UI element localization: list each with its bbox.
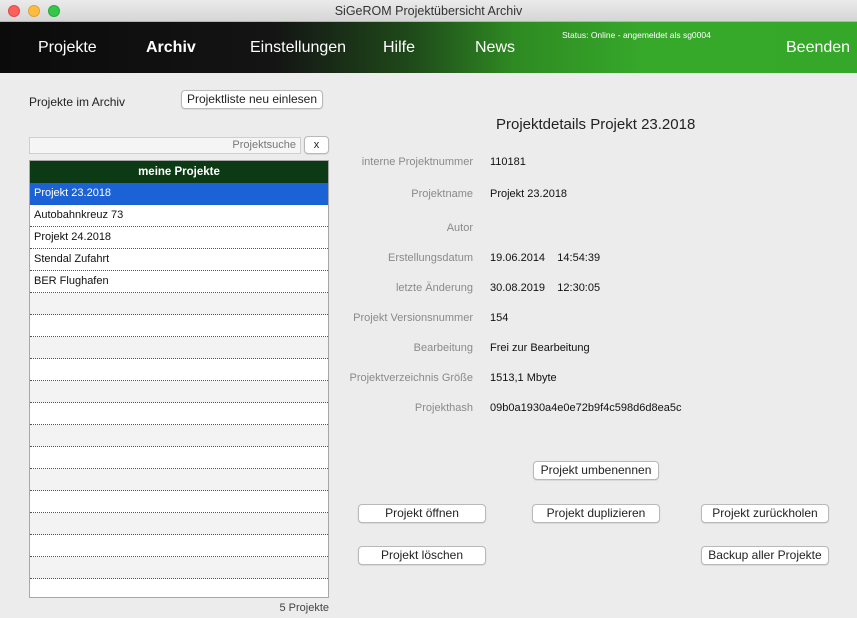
delete-project-button[interactable]: Projekt löschen [358, 546, 486, 565]
project-list: meine Projekte Projekt 23.2018 Autobahnkr… [29, 160, 329, 598]
archive-panel-title: Projekte im Archiv [29, 95, 126, 109]
clear-search-button[interactable]: x [304, 136, 329, 154]
nav-news[interactable]: News [475, 22, 515, 73]
detail-value: 09b0a1930a4e0e72b9f4c598d6d8ea5c [490, 402, 682, 414]
project-count: 5 Projekte [279, 602, 329, 614]
empty-list-row [30, 381, 328, 403]
detail-label: Projekt Versionsnummer [353, 312, 473, 324]
detail-label: Erstellungsdatum [388, 252, 473, 264]
detail-label: Autor [446, 222, 473, 234]
empty-list-row [30, 447, 328, 469]
project-list-item[interactable]: Stendal Zufahrt [30, 249, 328, 271]
detail-value: 30.08.2019 12:30:05 [490, 282, 601, 294]
detail-value: Projekt 23.2018 [490, 188, 568, 200]
quit-button[interactable]: Beenden [786, 22, 850, 73]
detail-value: 110181 [490, 156, 526, 168]
nav-einstellungen[interactable]: Einstellungen [250, 22, 346, 73]
detail-label: Projekthash [414, 402, 473, 414]
empty-list-row [30, 469, 328, 491]
detail-label: Projektverzeichnis Größe [349, 372, 474, 384]
empty-list-row [30, 491, 328, 513]
empty-list-row [30, 403, 328, 425]
project-list-item[interactable]: Autobahnkreuz 73 [30, 205, 328, 227]
backup-all-projects-button[interactable]: Backup aller Projekte [701, 546, 829, 565]
empty-list-row [30, 359, 328, 381]
empty-list-row [30, 513, 328, 535]
detail-value: 154 [490, 312, 509, 324]
minimize-window-button[interactable] [28, 5, 40, 17]
close-window-button[interactable] [8, 5, 20, 17]
project-search-input[interactable]: Projektsuche [29, 137, 301, 154]
empty-list-row [30, 535, 328, 557]
main-navbar: Projekte Archiv Einstellungen Hilfe News… [0, 22, 857, 73]
project-list-item[interactable]: Projekt 23.2018 [30, 183, 328, 205]
nav-projekte[interactable]: Projekte [38, 22, 97, 73]
duplicate-project-button[interactable]: Projekt duplizieren [532, 504, 660, 523]
empty-list-row [30, 293, 328, 315]
rename-project-button[interactable]: Projekt umbenennen [533, 461, 659, 480]
detail-value: 19.06.2014 14:54:39 [490, 252, 601, 264]
project-list-item[interactable]: Projekt 24.2018 [30, 227, 328, 249]
reload-project-list-button[interactable]: Projektliste neu einlesen [181, 90, 323, 109]
nav-archiv[interactable]: Archiv [146, 22, 196, 73]
detail-label: Projektname [411, 188, 473, 200]
window-titlebar: SiGeROM Projektübersicht Archiv [0, 0, 857, 22]
project-list-item[interactable]: BER Flughafen [30, 271, 328, 293]
project-list-header: meine Projekte [30, 161, 328, 183]
empty-list-row [30, 315, 328, 337]
window-title: SiGeROM Projektübersicht Archiv [334, 4, 523, 18]
empty-list-row [30, 425, 328, 447]
nav-hilfe[interactable]: Hilfe [383, 22, 415, 73]
zoom-window-button[interactable] [48, 5, 60, 17]
detail-value: 1513,1 Mbyte [490, 372, 557, 384]
detail-label: Bearbeitung [413, 342, 473, 354]
connection-status: Status: Online - angemeldet als sg0004 [562, 30, 711, 40]
detail-label: letzte Änderung [395, 282, 473, 294]
empty-list-row [30, 337, 328, 359]
details-heading: Projektdetails Projekt 23.2018 [496, 116, 696, 133]
detail-value: Frei zur Bearbeitung [490, 342, 590, 354]
restore-project-button[interactable]: Projekt zurückholen [701, 504, 829, 523]
open-project-button[interactable]: Projekt öffnen [358, 504, 486, 523]
empty-list-row [30, 557, 328, 579]
detail-label: interne Projektnummer [361, 156, 473, 168]
